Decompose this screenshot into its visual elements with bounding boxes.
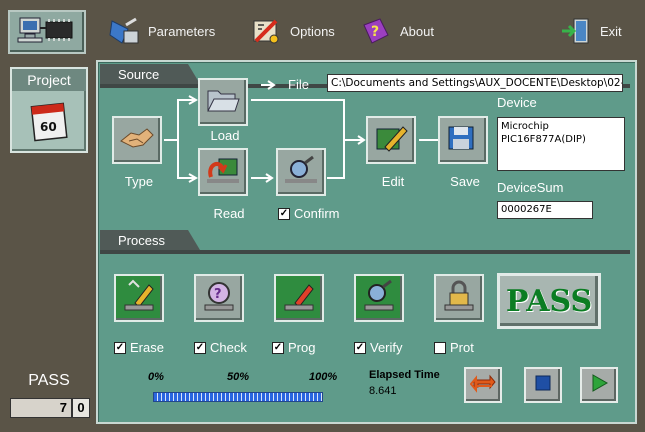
verify-checkbox[interactable]: ✓ Verify [354, 340, 403, 355]
parameters-button[interactable]: Parameters [108, 14, 215, 48]
magnifier-chip-icon [283, 155, 319, 190]
type-label: Type [124, 174, 154, 189]
computer-chip-icon [16, 14, 78, 51]
erase-label: Erase [130, 340, 164, 355]
save-disk-icon [445, 123, 481, 158]
verify-label: Verify [370, 340, 403, 355]
verify-button[interactable] [354, 274, 404, 322]
file-label: File [288, 77, 309, 92]
devicesum-field[interactable]: 0000267E [497, 201, 593, 219]
program-icon [281, 279, 317, 318]
svg-text:?: ? [214, 287, 222, 302]
edit-button[interactable] [366, 116, 416, 164]
fail-count: 0 [72, 398, 90, 418]
erase-button[interactable] [114, 274, 164, 322]
result-badge: PASS [497, 273, 601, 329]
device-label: Device [497, 95, 537, 110]
devicesum-label: DeviceSum [497, 180, 564, 195]
prot-checkbox[interactable]: Prot [434, 340, 474, 355]
prog-check-box[interactable]: ✓ [272, 341, 284, 354]
prog-checkbox[interactable]: ✓ Prog [272, 340, 315, 355]
svg-text:?: ? [371, 24, 379, 40]
read-label: Read [213, 206, 245, 221]
device-field[interactable]: Microchip PIC16F877A(DIP) [497, 117, 625, 171]
device-model: PIC16F877A(DIP) [501, 134, 586, 145]
check-checkbox[interactable]: ✓ Check [194, 340, 247, 355]
erase-check-box[interactable]: ✓ [114, 341, 126, 354]
calendar-icon: 60 [29, 99, 69, 148]
calendar-number: 60 [40, 120, 57, 134]
home-button[interactable] [8, 10, 86, 54]
read-button[interactable] [198, 148, 248, 196]
options-icon [250, 15, 282, 47]
erase-icon [121, 279, 157, 318]
prot-label: Prot [450, 340, 474, 355]
elapsed-value: 8.641 [369, 385, 397, 397]
progress-100-label: 100% [309, 371, 338, 383]
edit-label: Edit [381, 174, 405, 189]
check-label: Check [210, 340, 247, 355]
stop-button[interactable] [524, 367, 562, 403]
folder-open-icon [205, 85, 241, 120]
edit-chip-icon [373, 123, 409, 158]
play-button[interactable] [580, 367, 618, 403]
save-label: Save [450, 174, 480, 189]
verify-icon [361, 279, 397, 318]
confirm-check-box[interactable]: ✓ [278, 207, 290, 220]
pass-count: 7 [10, 398, 72, 418]
exit-icon [560, 15, 592, 47]
process-header: Process [100, 230, 630, 254]
prot-button[interactable] [434, 274, 484, 322]
about-icon: ? [360, 15, 392, 47]
exit-label: Exit [600, 23, 622, 39]
project-label: Project [12, 69, 86, 91]
stop-icon [533, 373, 553, 398]
prot-check-box[interactable] [434, 341, 446, 354]
process-divider [100, 250, 630, 254]
read-chip-icon [205, 155, 241, 190]
verify-check-box[interactable]: ✓ [354, 341, 366, 354]
process-title: Process [100, 230, 200, 250]
play-icon [588, 372, 610, 399]
prog-button[interactable] [274, 274, 324, 322]
result-status: PASS [28, 372, 70, 389]
padlock-icon [441, 279, 477, 318]
prog-label: Prog [288, 340, 316, 355]
confirm-label: Confirm [294, 206, 340, 221]
about-label: About [400, 23, 434, 39]
auto-button[interactable] [464, 367, 502, 403]
handshake-icon [119, 123, 155, 158]
confirm-button[interactable] [276, 148, 326, 196]
exit-button[interactable]: Exit [560, 14, 622, 48]
save-button[interactable] [438, 116, 488, 164]
load-button[interactable] [198, 78, 248, 126]
progress-0-label: 0% [148, 371, 164, 383]
type-button[interactable] [112, 116, 162, 164]
pass-counter: 7 0 [10, 398, 90, 418]
check-button[interactable]: ? [194, 274, 244, 322]
progress-bar [153, 392, 323, 402]
check-check-box[interactable]: ✓ [194, 341, 206, 354]
check-blank-icon: ? [201, 279, 237, 318]
device-vendor: Microchip [501, 121, 549, 132]
about-button[interactable]: ? About [360, 14, 434, 48]
parameters-label: Parameters [148, 23, 216, 39]
auto-loop-icon [469, 372, 496, 399]
load-label: Load [210, 128, 240, 143]
parameters-icon [108, 15, 140, 47]
options-button[interactable]: Options [250, 14, 335, 48]
file-path-field[interactable]: C:\Documents and Settings\AUX_DOCENTE\De… [327, 74, 623, 92]
options-label: Options [290, 23, 335, 39]
elapsed-label: Elapsed Time [369, 369, 440, 381]
erase-checkbox[interactable]: ✓ Erase [114, 340, 164, 355]
project-button[interactable]: Project 60 [10, 67, 88, 153]
progress-50-label: 50% [227, 371, 250, 383]
confirm-checkbox[interactable]: ✓ Confirm [278, 206, 340, 221]
